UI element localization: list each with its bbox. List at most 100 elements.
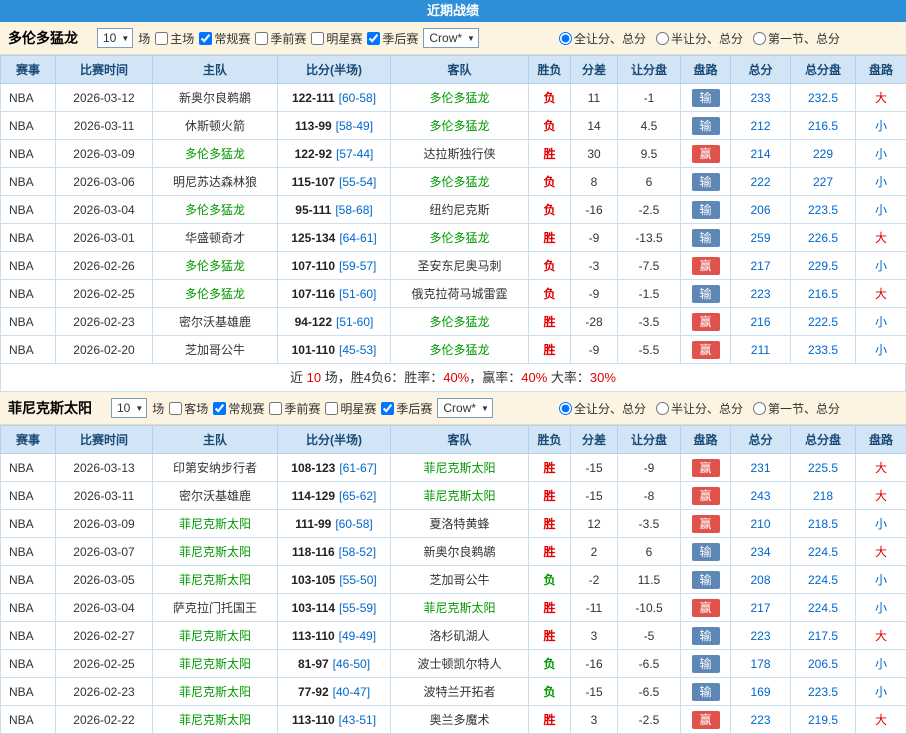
handicap-cell: -1 — [618, 84, 681, 112]
game-row: NBA 2026-03-09 菲尼克斯太阳 111-99[60-58] 夏洛特黄… — [1, 510, 906, 538]
total-line-cell: 227 — [791, 168, 856, 196]
diff-cell: 14 — [571, 112, 618, 140]
venue-checkbox[interactable] — [169, 402, 182, 415]
handicap-result-badge: 赢 — [692, 487, 720, 505]
radio-full-handicap-total[interactable]: 全让分、总分 — [559, 30, 646, 47]
suns-results-table: 赛事比赛时间主队比分(半场)客队胜负分差让分盘盘路总分总分盘盘路 NBA 202… — [0, 425, 906, 734]
total-result-cell: 大 — [856, 84, 906, 112]
total-result-cell: 小 — [856, 308, 906, 336]
handicap-cell: -9 — [618, 454, 681, 482]
guest-team-cell: 多伦多猛龙 — [391, 308, 529, 336]
result-cell: 负 — [529, 112, 571, 140]
filter-option-venue[interactable]: 客场 — [169, 400, 208, 417]
home-team-cell: 明尼苏达森林狼 — [153, 168, 278, 196]
guest-team-cell: 菲尼克斯太阳 — [391, 482, 529, 510]
handicap-cell: -7.5 — [618, 252, 681, 280]
date-cell: 2026-03-01 — [56, 224, 153, 252]
handicap-result-badge: 输 — [692, 543, 720, 561]
score-cell: 107-110[59-57] — [278, 252, 391, 280]
total-cell: 178 — [731, 650, 791, 678]
allstar-checkbox[interactable] — [311, 32, 324, 45]
radio-first-quarter-total[interactable]: 第一节、总分 — [753, 400, 840, 417]
game-row: NBA 2026-02-25 菲尼克斯太阳 81-97[46-50] 波士顿凯尔… — [1, 650, 906, 678]
handicap-result-cell: 赢 — [681, 594, 731, 622]
radio-full-handicap-total[interactable]: 全让分、总分 — [559, 400, 646, 417]
guest-team-cell: 夏洛特黄蜂 — [391, 510, 529, 538]
half-handicap-radio[interactable] — [656, 402, 669, 415]
allstar-checkbox[interactable] — [325, 402, 338, 415]
filter-option-playoffs[interactable]: 季后赛 — [367, 30, 418, 47]
league-cell: NBA — [1, 482, 56, 510]
total-line-cell: 223.5 — [791, 196, 856, 224]
bookmaker-select[interactable]: Crow* ▼ — [423, 28, 479, 48]
filter-option-regular-season[interactable]: 常规赛 — [199, 30, 250, 47]
handicap-result-badge: 赢 — [692, 341, 720, 359]
radio-half-handicap-total[interactable]: 半让分、总分 — [656, 400, 743, 417]
first-quarter-radio[interactable] — [753, 402, 766, 415]
guest-team-cell: 新奥尔良鹈鹕 — [391, 538, 529, 566]
total-cell: 222 — [731, 168, 791, 196]
handicap-result-badge: 输 — [692, 89, 720, 107]
date-cell: 2026-02-26 — [56, 252, 153, 280]
games-count-select[interactable]: 10 ▼ — [111, 398, 147, 418]
chevron-down-icon: ▼ — [467, 34, 475, 43]
date-cell: 2026-02-27 — [56, 622, 153, 650]
handicap-result-cell: 输 — [681, 196, 731, 224]
venue-checkbox[interactable] — [155, 32, 168, 45]
first-quarter-radio[interactable] — [753, 32, 766, 45]
bookmaker-select[interactable]: Crow* ▼ — [437, 398, 493, 418]
game-row: NBA 2026-02-22 菲尼克斯太阳 113-110[43-51] 奥兰多… — [1, 706, 906, 734]
home-team-cell: 密尔沃基雄鹿 — [153, 308, 278, 336]
full-handicap-radio[interactable] — [559, 32, 572, 45]
result-cell: 胜 — [529, 140, 571, 168]
total-cell: 206 — [731, 196, 791, 224]
regular-season-checkbox[interactable] — [213, 402, 226, 415]
filter-option-preseason[interactable]: 季前赛 — [255, 30, 306, 47]
playoffs-checkbox[interactable] — [381, 402, 394, 415]
handicap-result-cell: 赢 — [681, 336, 731, 364]
preseason-checkbox[interactable] — [255, 32, 268, 45]
column-header: 总分盘 — [791, 56, 856, 84]
radio-half-handicap-total[interactable]: 半让分、总分 — [656, 30, 743, 47]
regular-season-checkbox[interactable] — [199, 32, 212, 45]
diff-cell: 3 — [571, 622, 618, 650]
diff-cell: -15 — [571, 454, 618, 482]
date-cell: 2026-02-22 — [56, 706, 153, 734]
guest-team-cell: 纽约尼克斯 — [391, 196, 529, 224]
half-handicap-radio[interactable] — [656, 32, 669, 45]
preseason-checkbox[interactable] — [269, 402, 282, 415]
score-cell: 95-111[58-68] — [278, 196, 391, 224]
total-cell: 223 — [731, 706, 791, 734]
handicap-result-badge: 输 — [692, 683, 720, 701]
filter-option-allstar[interactable]: 明星赛 — [325, 400, 376, 417]
guest-team-cell: 多伦多猛龙 — [391, 84, 529, 112]
full-handicap-radio[interactable] — [559, 402, 572, 415]
summary-win-rate: 40% — [443, 370, 469, 385]
diff-cell: 2 — [571, 538, 618, 566]
score-cell: 113-110[49-49] — [278, 622, 391, 650]
home-team-cell: 多伦多猛龙 — [153, 252, 278, 280]
total-result-cell: 小 — [856, 566, 906, 594]
handicap-result-badge: 赢 — [692, 145, 720, 163]
radio-first-quarter-total[interactable]: 第一节、总分 — [753, 30, 840, 47]
filter-option-playoffs[interactable]: 季后赛 — [381, 400, 432, 417]
playoffs-checkbox[interactable] — [367, 32, 380, 45]
league-cell: NBA — [1, 280, 56, 308]
filter-option-venue[interactable]: 主场 — [155, 30, 194, 47]
total-line-cell: 233.5 — [791, 336, 856, 364]
diff-cell: -11 — [571, 594, 618, 622]
odds-mode-radios: 全让分、总分 半让分、总分 第一节、总分 — [559, 30, 840, 47]
filter-option-regular-season[interactable]: 常规赛 — [213, 400, 264, 417]
date-cell: 2026-03-04 — [56, 594, 153, 622]
column-header: 盘路 — [681, 56, 731, 84]
handicap-cell: 9.5 — [618, 140, 681, 168]
games-count-select[interactable]: 10 ▼ — [97, 28, 133, 48]
games-count-value: 10 — [117, 401, 130, 415]
handicap-cell: -3.5 — [618, 308, 681, 336]
filter-option-preseason[interactable]: 季前赛 — [269, 400, 320, 417]
summary-segment: 大率： — [547, 370, 590, 385]
league-cell: NBA — [1, 308, 56, 336]
filter-option-allstar[interactable]: 明星赛 — [311, 30, 362, 47]
date-cell: 2026-02-25 — [56, 650, 153, 678]
total-line-cell: 218 — [791, 482, 856, 510]
